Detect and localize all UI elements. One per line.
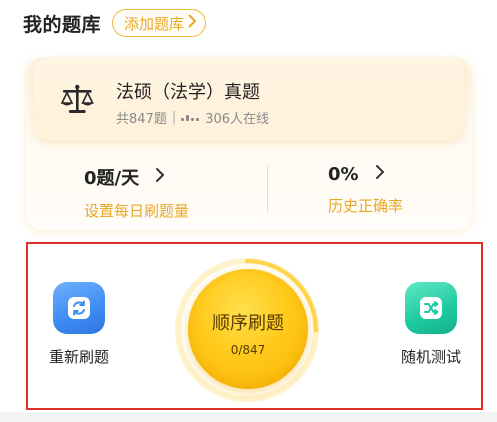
scale-of-justice-icon [60, 84, 94, 116]
question-bank-meta: 共847题 | 306人在线 [116, 108, 269, 127]
random-test-label: 随机测试 [400, 348, 461, 366]
shuffle-icon [405, 282, 457, 334]
daily-goal-stat[interactable]: 0题/天 设置每日刷题量 [84, 164, 189, 221]
question-count: 共847题 [116, 112, 167, 127]
online-count: 306人在线 [205, 112, 270, 127]
sequential-practice-button[interactable]: 顺序刷题 0/847 [188, 269, 308, 389]
chevron-right-icon [375, 164, 385, 185]
question-bank-info[interactable]: 法硕（法学）真题 共847题 | 306人在线 [34, 58, 464, 140]
accuracy-value-row: 0% [328, 164, 403, 185]
question-bank-card: 法硕（法学）真题 共847题 | 306人在线 0题/天 设置每日刷题量 0% … [26, 58, 472, 230]
practice-progress-count: 0/847 [230, 343, 266, 357]
chevron-right-icon [188, 14, 197, 32]
chevron-right-icon [155, 167, 165, 188]
daily-goal-value-row: 0题/天 [84, 164, 189, 190]
daily-goal-label: 设置每日刷题量 [84, 202, 190, 220]
my-question-bank-header: 我的题库 添加题库 [23, 8, 207, 38]
online-users-icon [181, 114, 200, 121]
add-question-bank-label: 添加题库 [124, 14, 185, 33]
refresh-icon [53, 282, 105, 334]
question-bank-title: 法硕（法学）真题 [116, 82, 260, 103]
accuracy-value: 0% [328, 164, 359, 185]
add-question-bank-button[interactable]: 添加题库 [112, 9, 207, 37]
page-title: 我的题库 [23, 13, 102, 36]
daily-goal-value: 0题/天 [84, 168, 140, 189]
reset-practice-button[interactable]: 重新刷题 [38, 282, 120, 367]
reset-practice-label: 重新刷题 [48, 348, 109, 366]
meta-divider: | [171, 110, 177, 125]
random-test-button[interactable]: 随机测试 [386, 282, 476, 367]
bottom-spacer [0, 412, 497, 422]
accuracy-stat[interactable]: 0% 历史正确率 [328, 164, 403, 216]
stat-divider [267, 166, 268, 212]
sequential-practice-label: 顺序刷题 [212, 313, 284, 334]
accuracy-label: 历史正确率 [328, 197, 404, 215]
practice-panel: 重新刷题 顺序刷题 0/847 随机测试 [26, 242, 483, 410]
